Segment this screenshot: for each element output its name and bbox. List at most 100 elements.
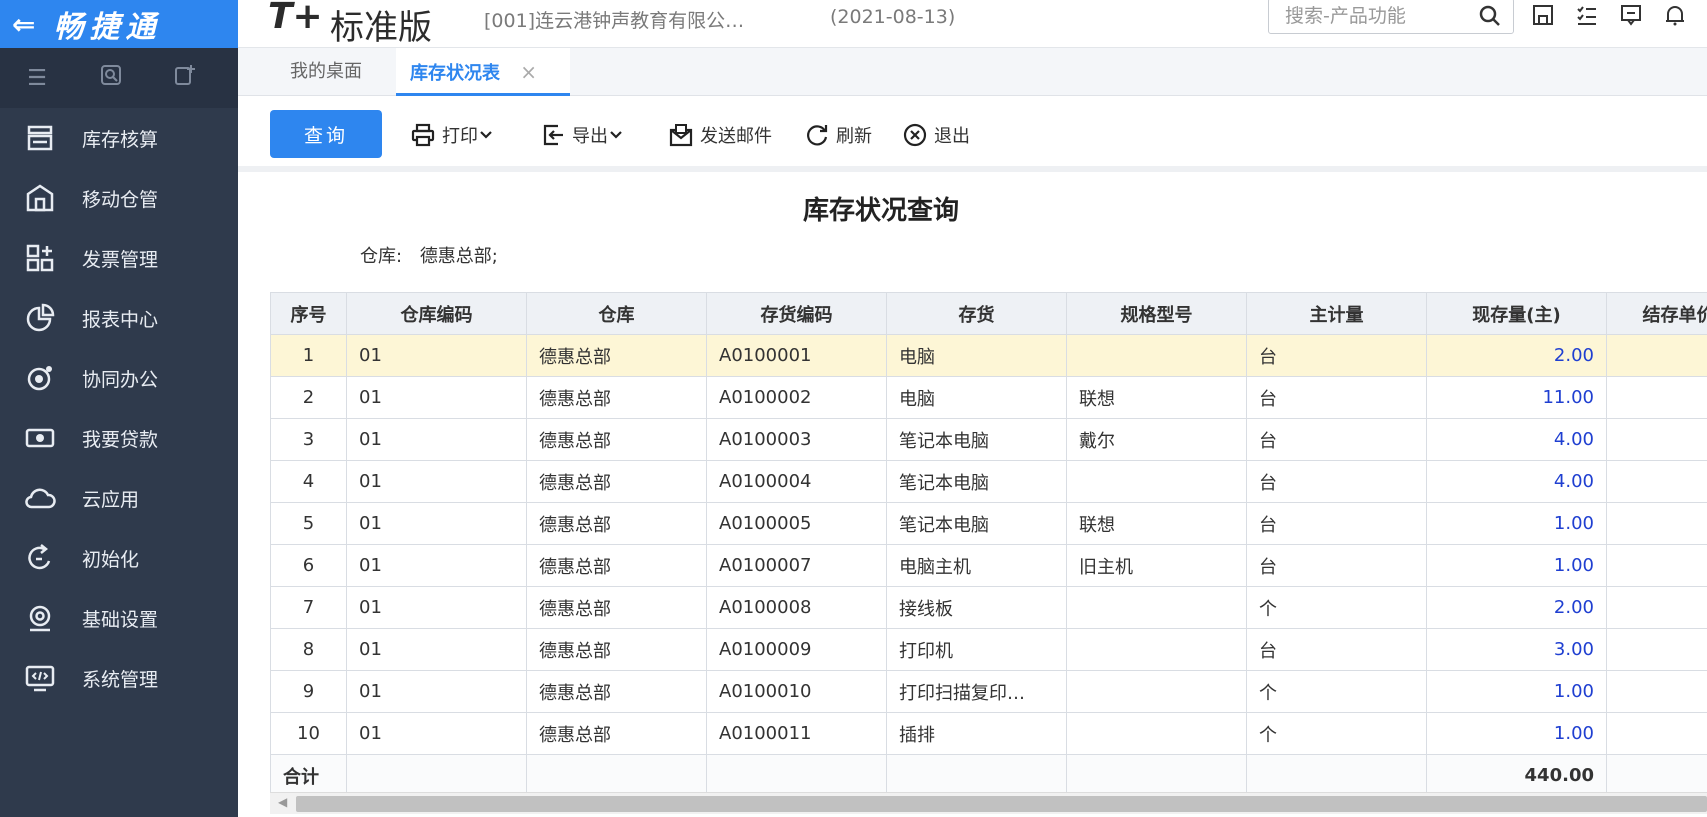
exit-label: 退出 [934,126,970,147]
task-list-icon[interactable] [1572,0,1602,30]
column-header[interactable]: 仓库 [526,292,707,335]
table-row[interactable]: 10 01 德惠总部 A0100011 插排 个 1.00 [270,712,1707,755]
menu-toggle-icon[interactable]: ☰ [0,66,74,91]
tab-label: 库存状况表 [410,63,500,84]
table-row[interactable]: 5 01 德惠总部 A0100005 笔记本电脑 联想台 1.00 [270,502,1707,545]
sidebar-item-mobile-warehouse[interactable]: 移动仓管 [0,168,238,228]
sidebar-item-report[interactable]: 报表中心 [0,288,238,348]
search-menu-icon[interactable] [74,63,148,93]
cell-wh-code: 01 [346,586,527,629]
cell-qty: 1.00 [1426,544,1607,587]
cell-wh-code: 01 [346,334,527,377]
tab-inventory-status[interactable]: 库存状况表 × [396,48,570,96]
column-header[interactable]: 存货 [886,292,1067,335]
scroll-left-icon[interactable]: ◀ [278,795,287,809]
send-mail-button[interactable]: 发送邮件 [668,118,772,152]
cell-code: A0100001 [706,334,887,377]
cell-qty: 4.00 [1426,418,1607,461]
column-header[interactable]: 结存单价 [1606,292,1707,335]
cell-no: 3 [270,418,347,461]
collapse-arrow-icon[interactable]: ⇐ [12,8,41,41]
search-icon[interactable] [1477,3,1503,33]
bell-icon[interactable] [1660,0,1690,30]
cell-no: 4 [270,460,347,503]
cell-code: A0100004 [706,460,887,503]
table-row[interactable]: 9 01 德惠总部 A0100010 打印扫描复印… 个 1.00 [270,670,1707,713]
sidebar-item-label: 协同办公 [82,368,159,391]
refresh-button[interactable]: 刷新 [804,118,872,152]
cell-qty: 1.00 [1426,670,1607,713]
cell-wh-code: 01 [346,670,527,713]
cell-wh: 德惠总部 [526,460,707,503]
export-button[interactable]: 导出 [540,118,630,152]
horizontal-scrollbar[interactable]: ◀ [270,792,1707,814]
cell-wh-code: 01 [346,712,527,755]
cell-code: A0100007 [706,544,887,587]
sidebar-item-settings[interactable]: 基础设置 [0,588,238,648]
table-row[interactable]: 7 01 德惠总部 A0100008 接线板 个 2.00 [270,586,1707,629]
sidebar-item-inventory[interactable]: 库存核算 [0,108,238,168]
filter-value: 德惠总部; [419,246,498,267]
table-row[interactable]: 2 01 德惠总部 A0100002 电脑 联想台 11.00 [270,376,1707,419]
table-row[interactable]: 4 01 德惠总部 A0100004 笔记本电脑 台 4.00 [270,460,1707,503]
cell-spec: 联想 [1066,502,1247,545]
table-row[interactable]: 6 01 德惠总部 A0100007 电脑主机 旧主机台 1.00 [270,544,1707,587]
cell-qty: 1.00 [1426,712,1607,755]
table-cell [1606,754,1707,792]
invoice-icon [22,242,58,274]
inventory-icon [22,122,58,154]
message-icon[interactable] [1616,0,1646,30]
table-cell [1606,376,1707,419]
table-row[interactable]: 3 01 德惠总部 A0100003 笔记本电脑 戴尔台 4.00 [270,418,1707,461]
table-cell [886,754,1067,792]
column-header[interactable]: 存货编码 [706,292,887,335]
sidebar-item-cloud[interactable]: 云应用 [0,468,238,528]
cell-code: A0100005 [706,502,887,545]
column-header[interactable]: 现存量(主) [1426,292,1607,335]
print-button[interactable]: 打印 [410,118,500,152]
table-row[interactable]: 8 01 德惠总部 A0100009 打印机 台 3.00 [270,628,1707,671]
cell-wh: 德惠总部 [526,418,707,461]
mail-icon [669,124,693,147]
sidebar-item-initialize[interactable]: 初始化 [0,528,238,588]
sidebar-item-loan[interactable]: 我要贷款 [0,408,238,468]
cell-unit: 台 [1246,334,1427,377]
total-label: 合计 [270,754,347,792]
cell-code: A0100009 [706,628,887,671]
column-header[interactable]: 仓库编码 [346,292,527,335]
sidebar-item-system[interactable]: 系统管理 [0,648,238,708]
cell-spec [1066,670,1247,713]
top-header: T+ 标准版 [001]连云港钟声教育有限公… (2021-08-13) [238,0,1707,48]
tab-close-icon[interactable]: × [520,60,537,84]
company-name[interactable]: [001]连云港钟声教育有限公… [484,6,744,33]
tab-bar: 我的桌面 库存状况表 × [238,48,1707,96]
sidebar-item-invoice[interactable]: 发票管理 [0,228,238,288]
column-header[interactable]: 规格型号 [1066,292,1247,335]
table-cell [1606,712,1707,755]
scrollbar-thumb[interactable] [296,796,1707,812]
cell-spec [1066,586,1247,629]
sidebar-item-label: 报表中心 [82,308,159,331]
filter-label: 仓库: [360,246,403,267]
sidebar-item-collaboration[interactable]: 协同办公 [0,348,238,408]
cell-no: 2 [270,376,347,419]
add-shortcut-icon[interactable] [148,63,222,93]
search-input[interactable] [1283,4,1463,28]
header-icons [1528,0,1707,30]
brand-logo[interactable]: ⇐ 畅捷通 [0,0,238,48]
save-icon[interactable] [1528,0,1558,30]
cell-no: 9 [270,670,347,713]
column-header[interactable]: 主计量 [1246,292,1427,335]
cell-wh-code: 01 [346,502,527,545]
cell-code: A0100003 [706,418,887,461]
query-button[interactable]: 查询 [270,110,382,158]
cell-spec: 联想 [1066,376,1247,419]
table-cell [1606,628,1707,671]
column-header[interactable]: 序号 [270,292,347,335]
product-edition: 标准版 [330,8,432,48]
tab-my-desktop[interactable]: 我的桌面 [290,48,362,96]
exit-button[interactable]: 退出 [902,118,970,152]
cell-unit: 个 [1246,670,1427,713]
cell-unit: 个 [1246,586,1427,629]
table-row[interactable]: 1 01 德惠总部 A0100001 电脑 台 2.00 [270,334,1707,377]
